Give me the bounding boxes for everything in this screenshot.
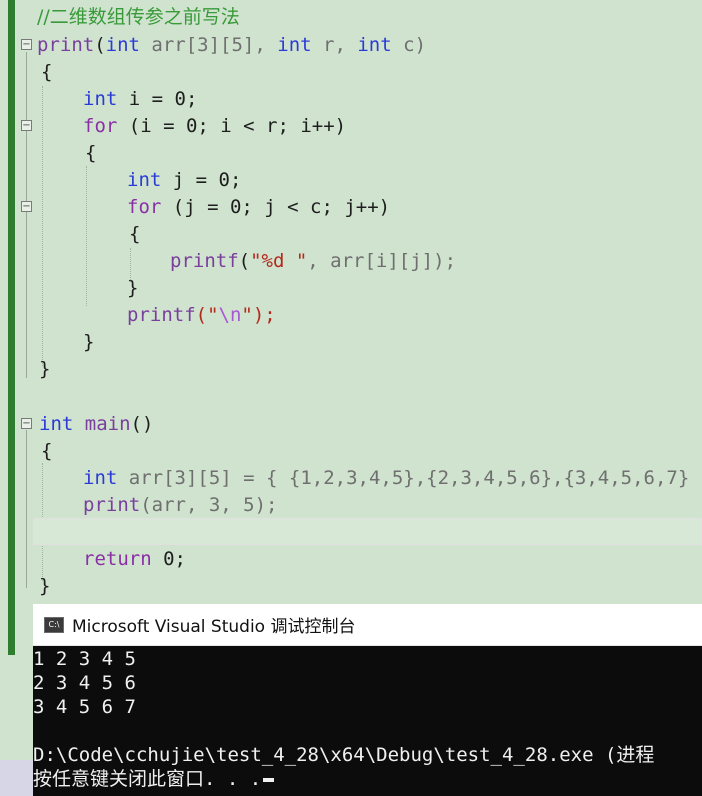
console-prompt-line: 按任意键关闭此窗口. . . xyxy=(33,767,702,791)
function-name: printf xyxy=(127,304,196,326)
code-editor[interactable]: //二维数组传参之前写法 − print(int arr[3][5], int … xyxy=(0,0,702,655)
brace: { xyxy=(129,223,141,245)
code-line: − for (i = 0; i < r; i++) xyxy=(0,113,346,140)
collapse-icon[interactable]: − xyxy=(21,418,32,429)
parameter: r, xyxy=(311,34,358,56)
code-line: int i = 0; xyxy=(0,86,197,113)
keyword: int xyxy=(357,34,392,56)
keyword: return xyxy=(83,548,152,570)
punctuation: ( xyxy=(238,250,251,272)
console-prompt-text: 按任意键关闭此窗口. . . xyxy=(33,768,262,790)
indent-guide xyxy=(86,166,87,306)
code-line: printf("\n"); xyxy=(0,302,276,329)
function-name: print xyxy=(37,34,95,56)
keyword: for xyxy=(83,115,118,137)
statement: arr[3][5] = { {1,2,3,4,5},{2,3,4,5,6},{3… xyxy=(117,467,702,489)
function-name: main xyxy=(84,413,131,435)
function-name: printf xyxy=(170,250,239,272)
brace: { xyxy=(85,142,97,164)
keyword: int xyxy=(83,88,118,110)
console-line: 2 3 4 5 6 xyxy=(33,672,136,694)
keyword: int xyxy=(105,34,140,56)
parameter: c) xyxy=(391,34,427,56)
code-line: − print(int arr[3][5], int r, int c) xyxy=(21,34,427,56)
console-output[interactable]: 1 2 3 4 5 2 3 4 5 6 3 4 5 6 7 D:\Code\cc… xyxy=(33,646,702,791)
code-line: } xyxy=(0,329,94,356)
collapse-icon[interactable]: − xyxy=(21,201,32,212)
code-line: { xyxy=(0,221,140,248)
current-line-highlight xyxy=(33,518,702,545)
code-line: return 0; xyxy=(0,546,186,573)
statement: (arr, 3, 5); xyxy=(140,494,278,516)
statement: j = 0; xyxy=(161,169,242,191)
brace: } xyxy=(39,358,51,380)
console-titlebar[interactable]: C:\ Microsoft Visual Studio 调试控制台 xyxy=(33,604,702,646)
escape-sequence: \n xyxy=(218,304,242,326)
console-line: 3 4 5 6 7 xyxy=(33,696,136,718)
code-line: { xyxy=(0,140,96,167)
string-literal: (" xyxy=(195,304,219,326)
code-line: print(arr, 3, 5); xyxy=(0,492,277,519)
brace: { xyxy=(41,61,53,83)
text-cursor xyxy=(263,777,275,782)
code-line: { xyxy=(0,438,52,465)
statement: i = 0; xyxy=(117,88,198,110)
console-app-icon: C:\ xyxy=(44,616,64,633)
string-literal: "); xyxy=(241,304,276,326)
brace: } xyxy=(127,277,139,299)
code-line: } xyxy=(0,356,50,383)
comment: //二维数组传参之前写法 xyxy=(37,6,240,28)
collapse-icon[interactable]: − xyxy=(21,39,32,50)
background-strip xyxy=(0,760,33,796)
code-line: } xyxy=(0,275,138,302)
keyword: int xyxy=(277,34,312,56)
keyword: for xyxy=(127,196,162,218)
parameter: arr[3][5], xyxy=(139,34,278,56)
keyword: int xyxy=(39,413,74,435)
statement: , arr[i][j]); xyxy=(307,250,457,272)
statement: 0; xyxy=(151,548,186,570)
code-line: int arr[3][5] = { {1,2,3,4,5},{2,3,4,5,6… xyxy=(0,465,702,492)
keyword: int xyxy=(127,169,162,191)
code-line: − int main() xyxy=(0,411,153,438)
console-line: D:\Code\cchujie\test_4_28\x64\Debug\test… xyxy=(33,744,655,766)
keyword: int xyxy=(83,467,118,489)
code-line: int j = 0; xyxy=(0,167,241,194)
code-line: //二维数组传参之前写法 xyxy=(0,4,240,31)
console-title: Microsoft Visual Studio 调试控制台 xyxy=(72,617,356,637)
punctuation: () xyxy=(130,413,154,435)
code-line: } xyxy=(0,573,50,600)
statement: (i = 0; i < r; i++) xyxy=(117,115,347,137)
console-line: 1 2 3 4 5 xyxy=(33,648,136,670)
string-literal: "%d " xyxy=(250,250,308,272)
code-line: { xyxy=(0,59,52,86)
collapse-icon[interactable]: − xyxy=(21,120,32,131)
function-name: print xyxy=(83,494,141,516)
code-line: printf("%d ", arr[i][j]); xyxy=(0,248,456,275)
brace: } xyxy=(39,575,51,597)
brace: { xyxy=(41,440,53,462)
brace: } xyxy=(83,331,95,353)
statement: (j = 0; j < c; j++) xyxy=(161,196,391,218)
debug-console-window[interactable]: C:\ Microsoft Visual Studio 调试控制台 1 2 3 … xyxy=(33,604,702,796)
code-line: − for (j = 0; j < c; j++) xyxy=(0,194,390,221)
